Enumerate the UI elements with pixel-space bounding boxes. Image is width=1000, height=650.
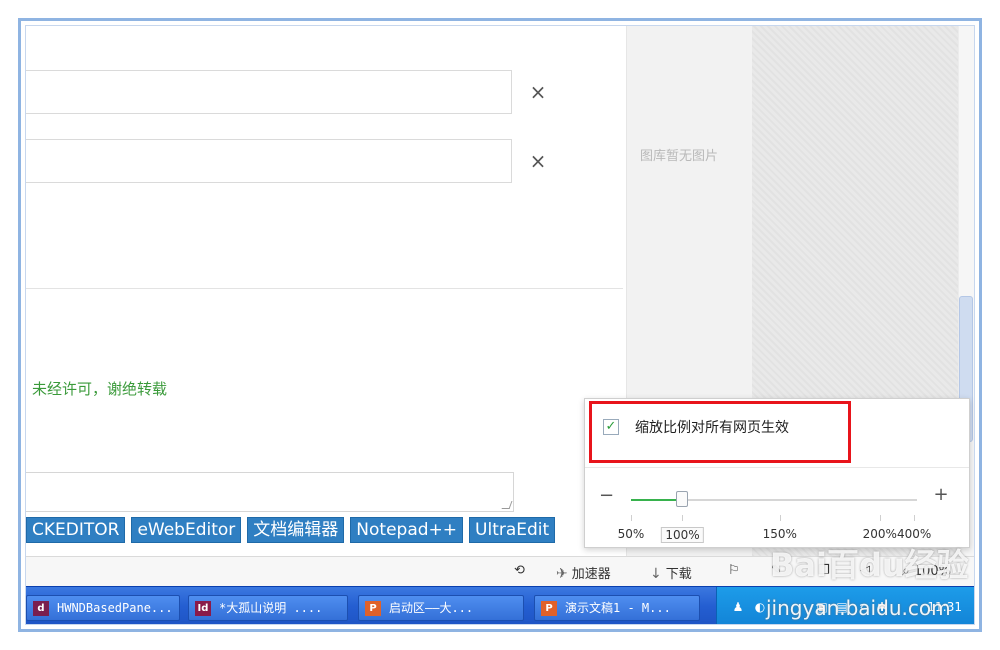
apply-all-label: 缩放比例对所有网页生效 [635,420,789,436]
leaf-icon[interactable]: ✎ [771,563,782,578]
tag-textarea[interactable] [26,472,514,512]
task-label: *大孤山说明 .... [219,601,323,615]
pin-icon: ✈ [556,566,568,582]
chevron-left-icon[interactable]: ‹ [855,600,869,614]
sound-icon[interactable]: ◁ [860,563,870,578]
close-icon[interactable]: × [529,151,547,171]
zoom-level: 100% [913,564,952,579]
app-icon: d [33,601,49,616]
taskbar-item-hwnd[interactable]: d HWNDBasedPane... [26,595,180,621]
flag-icon[interactable]: ⚐ [728,563,740,578]
taskbar-clock: 11:31 [927,600,962,614]
tag-list: CKEDITOR eWebEditor 文档编辑器 Notepad++ UltraEdi… [26,517,561,543]
powerpoint-icon: P [365,601,381,616]
accelerator-button[interactable]: ✈ 加速器 [556,563,611,582]
task-label: 启动区——大... [389,601,474,615]
windows-taskbar: d HWNDBasedPane... Id *大孤山说明 .... P 启动区——大.… [26,586,974,624]
download-arrow-icon: ↓ [650,566,662,582]
task-label: 演示文稿1 - M... [565,601,671,615]
zoom-option-400[interactable]: 400% [897,527,931,541]
browser-window: × × 未经许可，谢绝转载 CKEDITOR eWebEditor 文档编辑器 Not… [25,25,975,625]
indesign-icon: Id [195,601,211,616]
text-field-1[interactable] [26,70,512,114]
download-label: 下载 [665,567,692,582]
zoom-option-100[interactable]: 100% [661,527,704,543]
taskbar-item-indesign[interactable]: Id *大孤山说明 .... [188,595,348,621]
apply-all-checkbox[interactable]: ✓ [603,419,619,435]
zoom-option-50[interactable]: 50% [618,527,645,541]
compat-icon[interactable]: ⟲ [514,563,525,578]
tag-doc-editor[interactable]: 文档编辑器 [247,517,345,543]
task-label: HWNDBasedPane... [57,601,173,615]
zoom-out-button[interactable]: − [599,487,614,505]
zoom-slider-track[interactable] [631,491,917,507]
tag-notepadpp[interactable]: Notepad++ [350,517,464,543]
tag-ultraedit[interactable]: UltraEdit [469,517,556,543]
zoom-option-200[interactable]: 200% [863,527,897,541]
zoom-slider-handle[interactable] [676,491,689,507]
page-content: × × 未经许可，谢绝转载 CKEDITOR eWebEditor 文档编辑器 Not… [26,26,626,556]
accelerator-label: 加速器 [571,567,611,582]
gallery-empty-text: 图库暂无图片 [640,149,719,164]
browser-statusbar: ⟲ ✈ 加速器 ↓ 下载 ⚐ ✎ ❐ ◁ ⌕ 100% [26,556,974,586]
zoom-popup: ✓ 缩放比例对所有网页生效 − + 50% 100% 150% 200% 400% [584,398,970,548]
zoom-tick [631,515,632,521]
zoom-tick [779,515,781,521]
taskbar-item-ppt-2[interactable]: P 演示文稿1 - M... [534,595,700,621]
zoom-option-150[interactable]: 150% [763,527,797,541]
zoom-tick [914,515,916,521]
copyright-notice: 未经许可，谢绝转载 [32,380,168,398]
system-tray: ♟ ◐ ▣ ▤ ‹ ✱ 11:31 [716,587,974,624]
tag-ewebeditor[interactable]: eWebEditor [131,517,242,543]
window-icon[interactable]: ❐ [818,563,830,578]
download-button[interactable]: ↓ 下载 [650,563,692,582]
taskbar-item-ppt-1[interactable]: P 启动区——大... [358,595,524,621]
zoom-magnifier-icon: ⌕ [902,563,910,579]
resize-grip-icon[interactable] [501,501,513,509]
section-divider [26,288,623,289]
zoom-in-button[interactable]: + [933,486,949,504]
zoom-tick [682,515,684,521]
network-icon[interactable]: ◐ [753,600,767,614]
zoom-tick [879,515,881,521]
tray-app-icon[interactable]: ▣ [815,600,829,614]
zoom-button[interactable]: ⌕ 100% [902,563,951,579]
screenshot-frame: × × 未经许可，谢绝转载 CKEDITOR eWebEditor 文档编辑器 Not… [18,18,982,632]
security-icon[interactable]: ✱ [875,600,889,614]
qq-icon[interactable]: ♟ [731,600,745,614]
text-field-2[interactable] [26,139,512,183]
popup-divider [585,467,969,468]
tray-app-icon[interactable]: ▤ [835,600,849,614]
tag-ckeditor[interactable]: CKEDITOR [26,517,126,543]
close-icon[interactable]: × [529,82,547,102]
zoom-slider-fill [631,499,683,501]
powerpoint-icon: P [541,601,557,616]
